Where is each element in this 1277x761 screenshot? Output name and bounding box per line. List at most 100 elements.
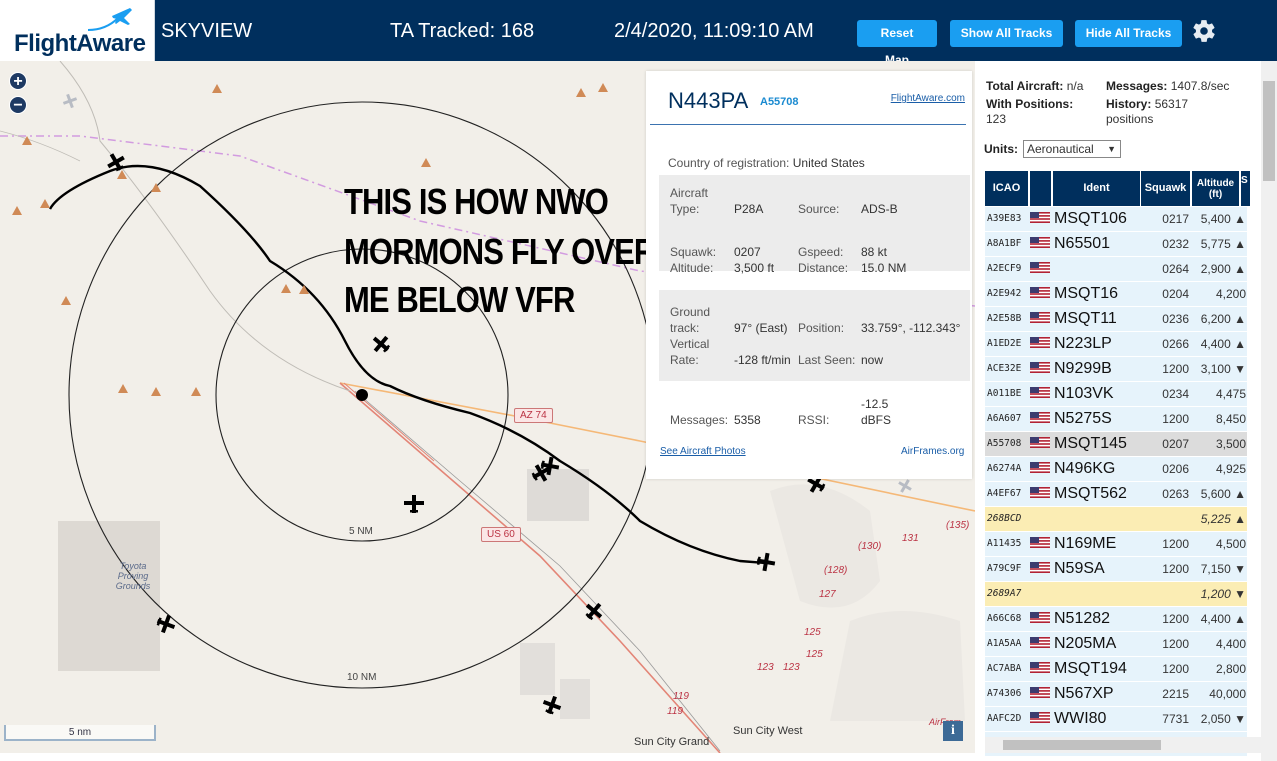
country-row: Country of registration: United States [668,156,865,170]
positions-value: 123 [986,112,1007,126]
cell-squawk: 0236 [1162,312,1189,326]
cell-icao: A11435 [987,538,1022,549]
gspeed-value: 88 kt [861,245,888,259]
table-row[interactable]: 2689A7 1,200 ▼ [985,582,1247,607]
cell-ident: N5275S [1054,410,1112,427]
flightaware-logo[interactable]: FlightAware [0,0,155,61]
table-row[interactable]: A66C68 N51282 1200 4,400 ▲ [985,607,1247,632]
col-header-icao[interactable]: ICAO [985,171,1029,206]
cell-squawk: 0204 [1162,287,1189,301]
position-value: 33.759°, -112.343° [861,321,961,335]
track-value: 97° (East) [734,321,788,335]
cell-ident: N496KG [1054,460,1116,477]
table-row[interactable]: AAFC2D WWI80 7731 2,050 ▼ [985,707,1247,732]
table-row[interactable]: A1A5AA N205MA 1200 4,400 [985,632,1247,657]
table-row[interactable]: A11435 N169ME 1200 4,500 [985,532,1247,557]
cell-flag [1030,707,1052,731]
table-row[interactable]: A6274A N496KG 0206 4,925 [985,457,1247,482]
cell-ident: MSQT16 [1054,285,1119,302]
cell-icao: ACE32E [987,363,1022,374]
col-header-squawk[interactable]: Squawk [1141,171,1191,206]
zoom-out-button[interactable]: − [9,96,27,114]
cell-ident [1053,507,1141,531]
us-flag-icon [1030,461,1050,473]
cell-flag [1030,282,1052,306]
col-header-altitude[interactable]: Altitude (ft) [1192,171,1240,206]
ta-tracked-count: TA Tracked: 168 [390,20,535,42]
cell-flag [1030,582,1052,606]
show-all-tracks-button[interactable]: Show All Tracks [950,20,1063,47]
table-row[interactable]: A2E58B MSQT11 0236 6,200 ▲ [985,307,1247,332]
table-row[interactable]: A4EF67 MSQT562 0263 5,600 ▲ [985,482,1247,507]
cell-icao: A2ECF9 [987,263,1022,274]
messages-label: Messages: [670,413,729,427]
positions-label: With Positions: [986,97,1074,111]
track-label-b: track: [670,321,700,335]
info-icon[interactable]: i [943,721,963,741]
hide-all-tracks-button[interactable]: Hide All Tracks [1075,20,1182,47]
table-row[interactable]: A2ECF9 0264 2,900 ▲ [985,257,1247,282]
cell-ident: N205MA [1054,635,1117,652]
cell-altitude: 6,200 ▲ [1200,312,1246,326]
cell-flag [1030,407,1052,431]
table-row[interactable]: A1ED2E N223LP 0266 4,400 ▲ [985,332,1247,357]
reset-map-button[interactable]: Reset Map [857,20,937,67]
total-value: n/a [1066,79,1084,93]
gear-icon[interactable] [1191,18,1217,44]
horizontal-scrollbar[interactable] [985,737,1261,753]
cell-flag [1030,532,1052,556]
toyota-label: Toyota Proving Grounds [115,561,151,591]
cell-icao: 2689A7 [987,588,1022,599]
table-row[interactable]: A2E942 MSQT16 0204 4,200 [985,282,1247,307]
see-photos-link[interactable]: See Aircraft Photos [660,446,746,457]
cell-altitude: 2,800 [1215,662,1246,676]
cell-icao: A66C68 [987,613,1022,624]
squawk-value: 0207 [734,245,761,259]
gspeed-label: Gspeed: [798,245,844,259]
vertical-scrollbar[interactable] [1261,61,1277,761]
scrollbar-thumb[interactable] [1263,81,1275,181]
rssi-label: RSSI: [798,413,830,427]
squawk-label: Squawk: [670,245,717,259]
table-row[interactable]: 268BCD 5,225 ▲ [985,507,1247,532]
units-label-text: Units: [984,142,1018,156]
history-unit: positions [1106,112,1154,126]
table-row[interactable]: A74306 N567XP 2215 40,000 [985,682,1247,707]
table-row[interactable]: A55708 MSQT145 0207 3,500 [985,432,1247,457]
table-row[interactable]: A011BE N103VK 0234 4,475 [985,382,1247,407]
airframes-link[interactable]: AirFrames.org [901,446,964,457]
cell-squawk: 0207 [1162,437,1189,451]
cell-squawk: 1200 [1162,412,1189,426]
cell-squawk: 7731 [1162,712,1189,726]
col-header-flag[interactable] [1030,171,1052,206]
cell-altitude: 5,400 ▲ [1200,212,1246,226]
caption-line-1: THIS IS HOW NWO [344,181,609,222]
flightaware-link[interactable]: FlightAware.com [891,93,965,104]
cell-flag [1030,657,1052,681]
table-row[interactable]: AC7ABA MSQT194 1200 2,800 [985,657,1247,682]
cell-icao: A8A1BF [987,238,1022,249]
cell-ident: N223LP [1054,335,1112,352]
cell-icao: A55708 [987,438,1022,449]
col-header-ident[interactable]: Ident [1053,171,1141,206]
info-box-2 [659,290,970,381]
road-num: 125 [804,627,821,638]
table-row[interactable]: ACE32E N9299B 1200 3,100 ▼ [985,357,1247,382]
caption-line-3: ME BELOW VFR [344,279,575,320]
table-row[interactable]: A6A607 N5275S 1200 8,450 [985,407,1247,432]
table-row[interactable]: A8A1BF N65501 0232 5,775 ▲ [985,232,1247,257]
cell-ident: N103VK [1054,385,1114,402]
units-select[interactable]: Aeronautical ▼ [1023,140,1121,158]
history-value: 56317 [1154,97,1189,111]
cell-altitude: 40,000 [1209,687,1246,701]
table-row[interactable]: A39E83 MSQT106 0217 5,400 ▲ [985,207,1247,232]
cell-ident: N169ME [1054,535,1117,552]
road-num: 123 [757,662,774,673]
scrollbar-thumb[interactable] [1003,740,1161,750]
table-row[interactable]: A79C9F N59SA 1200 7,150 ▼ [985,557,1247,582]
us-flag-icon [1030,711,1050,723]
col-header-speed[interactable]: S [1241,171,1251,206]
zoom-in-button[interactable]: + [9,72,27,90]
cell-flag [1030,382,1052,406]
last-seen-label: Last Seen: [798,353,856,367]
